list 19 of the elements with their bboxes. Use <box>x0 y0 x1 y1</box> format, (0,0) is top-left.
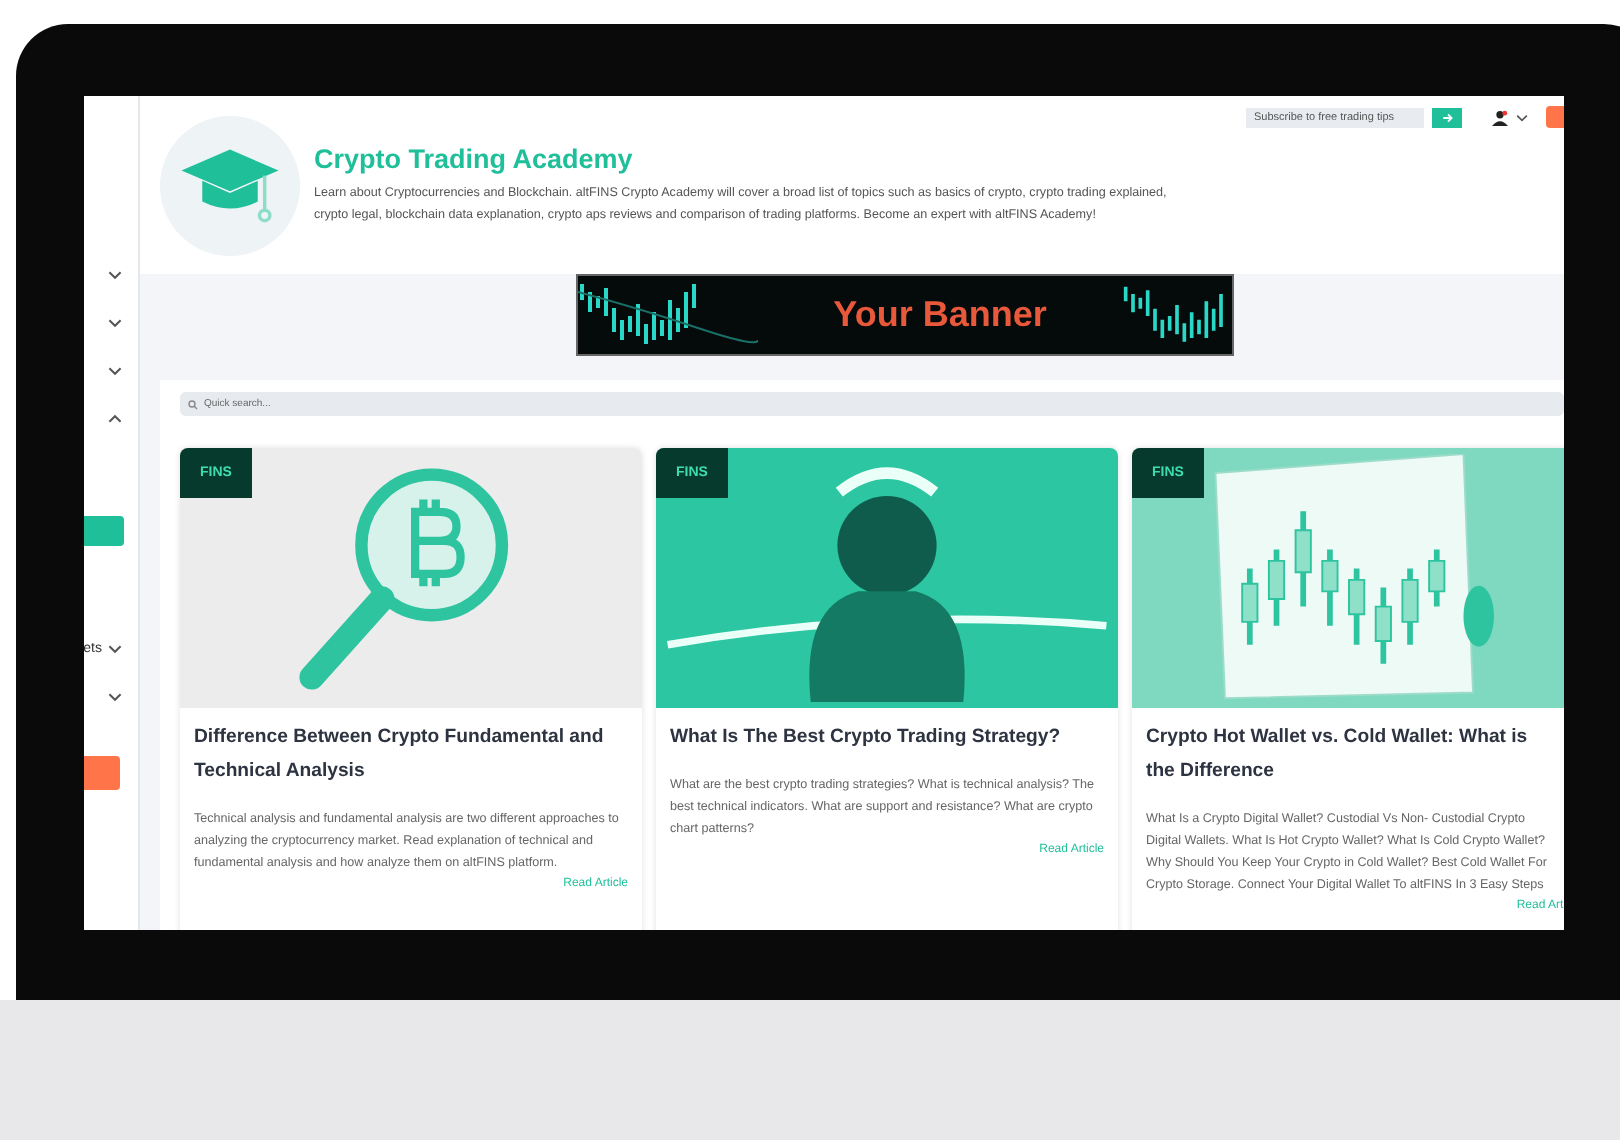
search-icon <box>188 399 198 409</box>
chevron-icon[interactable] <box>1516 113 1528 121</box>
user-icon[interactable] <box>1490 109 1510 125</box>
chevron-icon[interactable] <box>108 269 122 279</box>
banner-ad[interactable]: Your Banner <box>576 274 1234 356</box>
chevron-icon[interactable] <box>108 317 122 327</box>
chevron-icon[interactable] <box>108 691 122 701</box>
chevron-icon[interactable] <box>108 413 122 423</box>
page-title: Crypto Trading Academy <box>314 144 635 174</box>
chevron-icon[interactable] <box>108 365 122 375</box>
article-card[interactable] <box>1132 448 1564 930</box>
chevron-icon[interactable] <box>108 643 122 653</box>
article-title[interactable]: Difference Between Crypto Fundamental and Technical Analysis <box>194 720 628 788</box>
article-card[interactable] <box>180 448 642 930</box>
banner-text: Your Banner <box>833 294 1047 336</box>
article-card[interactable] <box>656 448 1118 930</box>
article-title[interactable]: What Is The Best Crypto Trading Strategy? <box>670 720 1104 754</box>
arrow-icon <box>1441 111 1453 123</box>
article-title[interactable]: Crypto Hot Wallet vs. Cold Wallet: What is the Difference <box>1146 720 1552 788</box>
